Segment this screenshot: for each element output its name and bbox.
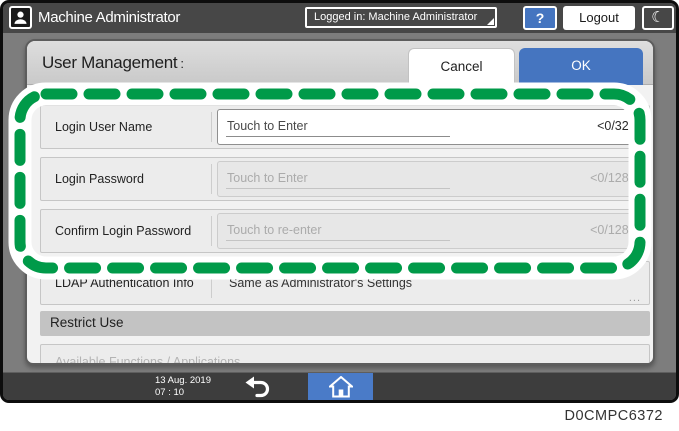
figure-caption: D0CMPC6372 [565,408,664,424]
row-divider [211,268,212,298]
logged-in-label: Logged in: Machine Administrator [314,11,477,23]
home-icon [329,376,353,398]
date-time-display: 13 Aug. 2019 07 : 10 [155,375,211,398]
ok-button[interactable]: OK [519,48,643,85]
confirm-login-password-label: Confirm Login Password [55,224,191,238]
input-placeholder: Touch to Enter [227,119,308,133]
back-arrow-icon [241,375,275,399]
back-button[interactable] [241,375,275,399]
more-indicator-icon: ... [629,292,641,304]
device-screen: Machine Administrator Logged in: Machine… [0,0,679,403]
energy-saver-button[interactable]: ☾ [642,6,674,30]
char-counter: <0/32> [597,119,636,133]
char-counter: <0/128> [590,223,636,237]
login-password-label: Login Password [55,172,144,186]
logged-in-selector[interactable]: Logged in: Machine Administrator [305,7,497,28]
confirm-login-password-row: Confirm Login Password Touch to re-enter… [40,209,650,253]
restrict-use-label: Restrict Use [50,315,124,330]
moon-icon: ☾ [651,9,664,26]
input-placeholder: Touch to re-enter [227,223,322,237]
help-button[interactable]: ? [523,6,557,30]
login-password-row: Login Password Touch to Enter <0/128> ..… [40,157,650,201]
more-indicator-icon: ... [629,186,641,198]
bottom-bar: 13 Aug. 2019 07 : 10 [3,372,676,400]
ldap-authentication-row[interactable]: LDAP Authentication Info Same as Adminis… [40,261,650,305]
user-account-icon [9,6,32,29]
top-bar: Machine Administrator Logged in: Machine… [3,3,676,33]
input-underline [226,136,450,137]
login-user-name-input[interactable]: Touch to Enter <0/32> ... [217,109,646,145]
available-functions-row[interactable]: Available Functions / Applications [40,344,650,365]
row-divider [211,164,212,194]
screen-background: Machine Administrator Logged in: Machine… [3,3,676,400]
ldap-authentication-value: Same as Administrator's Settings [229,276,412,290]
dropdown-corner-icon [487,18,494,25]
restrict-use-section-header: Restrict Use [40,311,650,336]
administrator-role-label: Machine Administrator [38,9,180,26]
more-indicator-icon: ... [629,134,641,146]
login-user-name-label: Login User Name [55,120,152,134]
cancel-button[interactable]: Cancel [408,48,515,85]
input-underline [226,240,450,241]
confirm-login-password-input[interactable]: Touch to re-enter <0/128> ... [217,213,646,249]
logout-button[interactable]: Logout [563,6,635,30]
input-underline [226,188,450,189]
char-counter: <0/128> [590,171,636,185]
person-icon [12,9,29,26]
row-divider [211,216,212,246]
login-user-name-row: Login User Name Touch to Enter <0/32> ..… [40,105,650,149]
user-management-panel: User Management: Cancel OK Login User Na… [25,39,655,365]
home-button[interactable] [308,373,373,400]
page-title: User Management: [42,53,184,73]
row-divider [211,112,212,142]
available-functions-label: Available Functions / Applications [55,355,240,365]
ldap-authentication-label: LDAP Authentication Info [55,276,194,290]
login-password-input[interactable]: Touch to Enter <0/128> ... [217,161,646,197]
more-indicator-icon: ... [629,238,641,250]
manual-figure: Machine Administrator Logged in: Machine… [0,0,679,431]
input-placeholder: Touch to Enter [227,171,308,185]
panel-header: User Management: Cancel OK [27,41,653,85]
